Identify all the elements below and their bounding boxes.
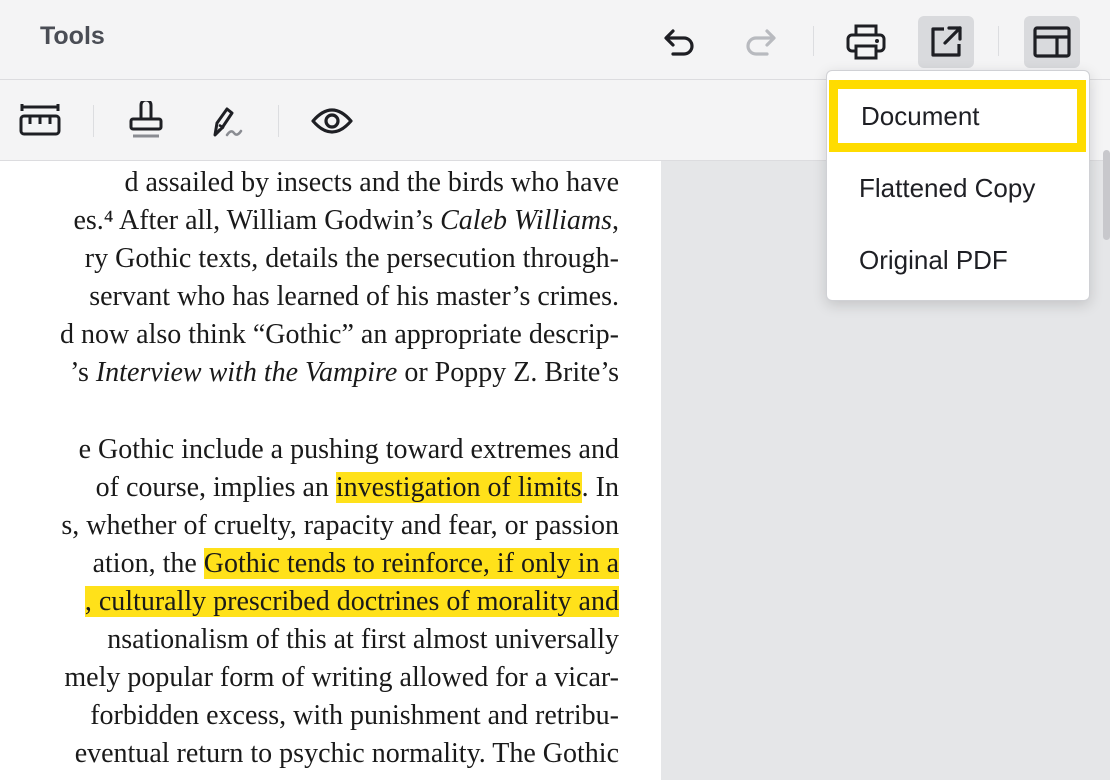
export-dropdown-menu: Document Flattened Copy Original PDF [826, 70, 1090, 301]
menu-item-document[interactable]: Document [829, 80, 1086, 152]
stamp-button[interactable] [121, 98, 171, 144]
text-highlight: , culturally prescribed doctrines of mor… [84, 586, 619, 617]
redo-button[interactable] [732, 16, 788, 68]
undo-button[interactable] [652, 16, 708, 68]
text-segment: ation, the [92, 548, 204, 579]
scrollbar[interactable] [1103, 150, 1110, 240]
document-text-line: , culturally prescribed doctrines of mor… [84, 583, 619, 621]
document-text-line: d now also think “Gothic” an appropriate… [60, 316, 619, 354]
text-segment: e Gothic include a pushing toward extrem… [78, 434, 619, 465]
toolbar-divider [93, 105, 94, 137]
text-segment: or Poppy Z. Brite’s [397, 357, 619, 388]
signature-icon [213, 107, 243, 137]
document-page: d assailed by insects and the birds who … [0, 161, 661, 780]
text-highlight: investigation of limits [335, 472, 582, 503]
print-icon [846, 24, 886, 60]
text-segment: d now also think “Gothic” an appropriate… [59, 319, 619, 350]
text-segment: . In [581, 472, 619, 503]
document-text-line: ’s Interview with the Vampire or Poppy Z… [70, 354, 619, 392]
menu-item-original-pdf[interactable]: Original PDF [827, 224, 1089, 296]
layout-icon [1033, 26, 1071, 58]
document-text-line: forbidden excess, with punishment and re… [90, 697, 619, 735]
text-segment: es.⁴ After all, William Godwin’s [73, 205, 441, 236]
text-segment: servant who has learned of his master’s … [89, 281, 619, 312]
top-toolbar: Tools [0, 0, 1110, 80]
export-button[interactable] [918, 16, 974, 68]
text-segment: d assailed by insects and the birds who … [124, 167, 619, 198]
document-text-line: es.⁴ After all, William Godwin’s Caleb W… [73, 202, 619, 240]
toolbar-divider [278, 105, 279, 137]
eye-icon [311, 108, 353, 134]
export-icon [931, 26, 962, 57]
document-text-line: nsationalism of this at first almost uni… [107, 621, 619, 659]
undo-icon [664, 29, 694, 56]
layout-button[interactable] [1024, 16, 1080, 68]
menu-item-flattened-copy[interactable]: Flattened Copy [827, 152, 1089, 224]
text-segment: mely popular form of writing allowed for… [64, 662, 619, 693]
italic-title: Interview with the Vampire [95, 357, 398, 388]
ruler-icon [19, 104, 61, 136]
text-segment: of course, implies an [95, 472, 336, 503]
document-text-line: s, whether of cruelty, rapacity and fear… [61, 507, 619, 545]
redo-icon [746, 29, 776, 56]
view-button[interactable] [307, 98, 357, 144]
document-text-line: d assailed by insects and the birds who … [124, 164, 619, 202]
document-text-line: ation, the Gothic tends to reinforce, if… [93, 545, 619, 583]
text-segment: ’s [70, 357, 96, 388]
text-segment: s, whether of cruelty, rapacity and fear… [61, 510, 619, 541]
document-text-line: of course, implies an investigation of l… [96, 469, 619, 507]
toolbar-divider [813, 26, 814, 56]
signature-button[interactable] [200, 98, 250, 144]
text-segment: nsationalism of this at first almost uni… [107, 624, 619, 655]
document-text-line: ry Gothic texts, details the persecution… [85, 240, 619, 278]
stamp-icon [129, 101, 163, 138]
text-segment: forbidden excess, with punishment and re… [90, 700, 619, 731]
document-text-line: eventual return to psychic normality. Th… [75, 735, 619, 773]
document-text-line: servant who has learned of his master’s … [89, 278, 619, 316]
text-segment: , [612, 205, 619, 236]
text-highlight: Gothic tends to reinforce, if only in a [203, 548, 619, 579]
text-segment: eventual return to psychic normality. Th… [74, 738, 619, 769]
page-title: Tools [40, 22, 105, 50]
measure-button[interactable] [15, 98, 65, 144]
print-button[interactable] [838, 16, 894, 68]
toolbar-divider [998, 26, 999, 56]
text-segment: ry Gothic texts, details the persecution… [84, 243, 619, 274]
italic-title: Caleb Williams [440, 205, 612, 236]
document-text-line: e Gothic include a pushing toward extrem… [79, 431, 619, 469]
document-text-line: mely popular form of writing allowed for… [64, 659, 619, 697]
